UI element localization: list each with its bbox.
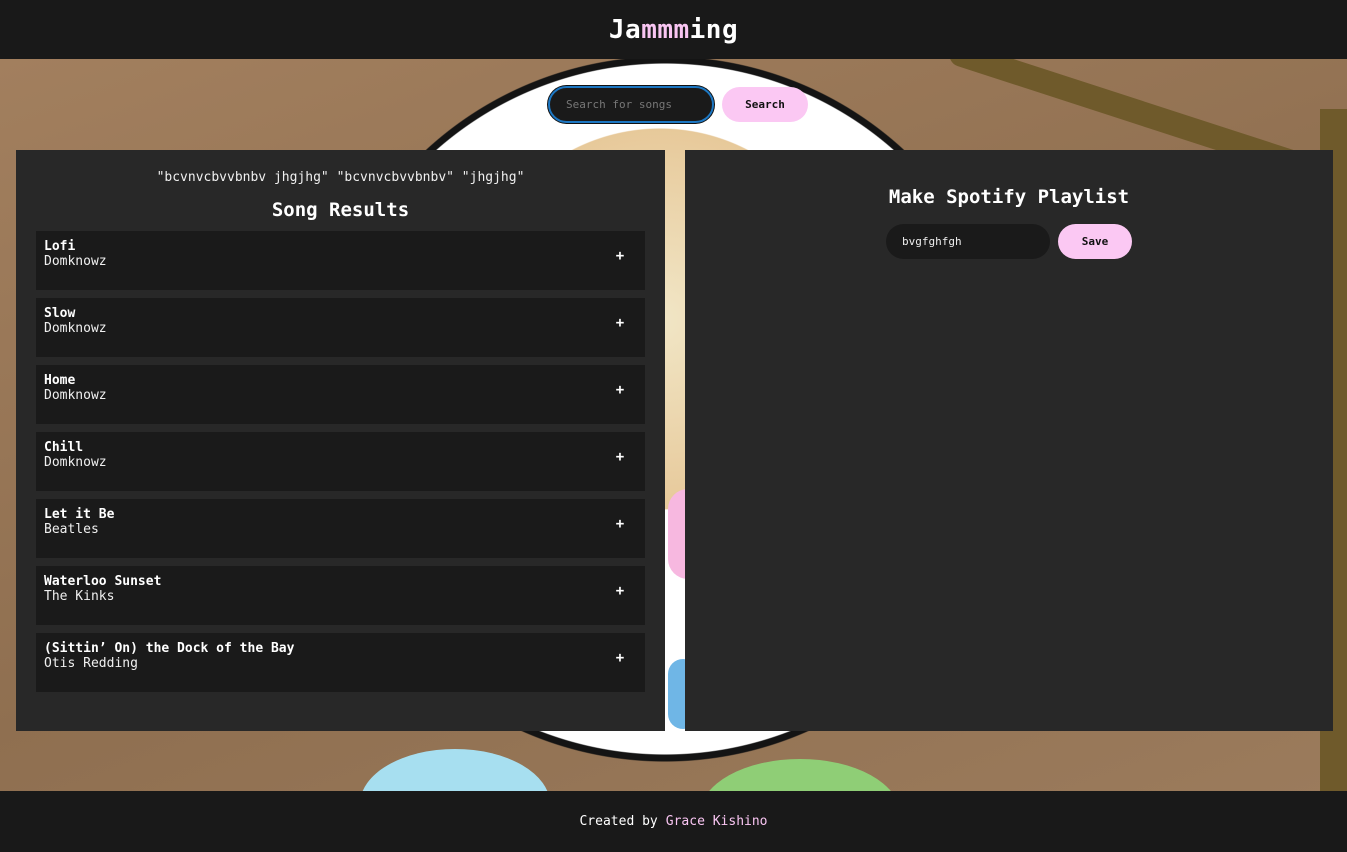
add-track-button[interactable]: +: [613, 381, 627, 399]
track-name: Let it Be: [44, 507, 115, 522]
add-track-button[interactable]: +: [613, 649, 627, 667]
add-track-button[interactable]: +: [613, 515, 627, 533]
track-artist: Domknowz: [44, 254, 107, 269]
track-name: Home: [44, 373, 76, 388]
add-track-button[interactable]: +: [613, 582, 627, 600]
track-artist: Beatles: [44, 522, 99, 537]
logo-accent: mmm: [641, 14, 690, 45]
track-name: (Sittin’ On) the Dock of the Bay: [44, 641, 295, 656]
track-item: Let it Be Beatles +: [36, 499, 645, 558]
track-artist: Domknowz: [44, 388, 107, 403]
track-name: Lofi: [44, 239, 76, 254]
background-shape: [360, 749, 550, 791]
save-playlist-button[interactable]: Save: [1058, 224, 1132, 259]
app-header: Jammming: [0, 0, 1347, 59]
track-item: Lofi Domknowz +: [36, 231, 645, 290]
track-artist: Otis Redding: [44, 656, 138, 671]
logo-suffix: ing: [689, 14, 739, 45]
track-item: Waterloo Sunset The Kinks +: [36, 566, 645, 625]
track-artist: The Kinks: [44, 589, 115, 604]
track-name: Slow: [44, 306, 76, 321]
add-track-button[interactable]: +: [613, 247, 627, 265]
track-item: Chill Domknowz +: [36, 432, 645, 491]
app-logo: Jammming: [609, 15, 738, 45]
results-title: Song Results: [271, 199, 410, 221]
track-artist: Domknowz: [44, 455, 107, 470]
add-track-button[interactable]: +: [613, 448, 627, 466]
track-item: Slow Domknowz +: [36, 298, 645, 357]
search-query-text: "bcvnvcbvvbnbv jhgjhg" "bcvnvcbvvbnbv" "…: [156, 170, 525, 185]
author-link[interactable]: Grace Kishino: [666, 814, 768, 829]
logo-prefix: Ja: [608, 14, 642, 45]
app-footer: Created by Grace Kishino: [0, 791, 1347, 852]
search-button[interactable]: Search: [722, 87, 808, 122]
track-name: Waterloo Sunset: [44, 574, 162, 589]
track-name: Chill: [44, 440, 84, 455]
footer-credit-text: Created by: [579, 814, 658, 829]
track-artist: Domknowz: [44, 321, 107, 336]
track-item: (Sittin’ On) the Dock of the Bay Otis Re…: [36, 633, 645, 692]
track-item: Home Domknowz +: [36, 365, 645, 424]
background-shape: [700, 759, 900, 791]
playlist-controls: Save: [685, 224, 1333, 259]
playlist-panel: Make Spotify Playlist Save: [685, 150, 1333, 731]
search-results-panel: "bcvnvcbvvbnbv jhgjhg" "bcvnvcbvvbnbv" "…: [16, 150, 665, 731]
track-list: Lofi Domknowz + Slow Domknowz + Home Dom…: [36, 231, 645, 692]
playlist-title: Make Spotify Playlist: [888, 186, 1130, 208]
add-track-button[interactable]: +: [613, 314, 627, 332]
search-input[interactable]: [548, 86, 714, 123]
playlist-name-input[interactable]: [886, 224, 1050, 259]
search-bar: Search: [548, 86, 808, 123]
